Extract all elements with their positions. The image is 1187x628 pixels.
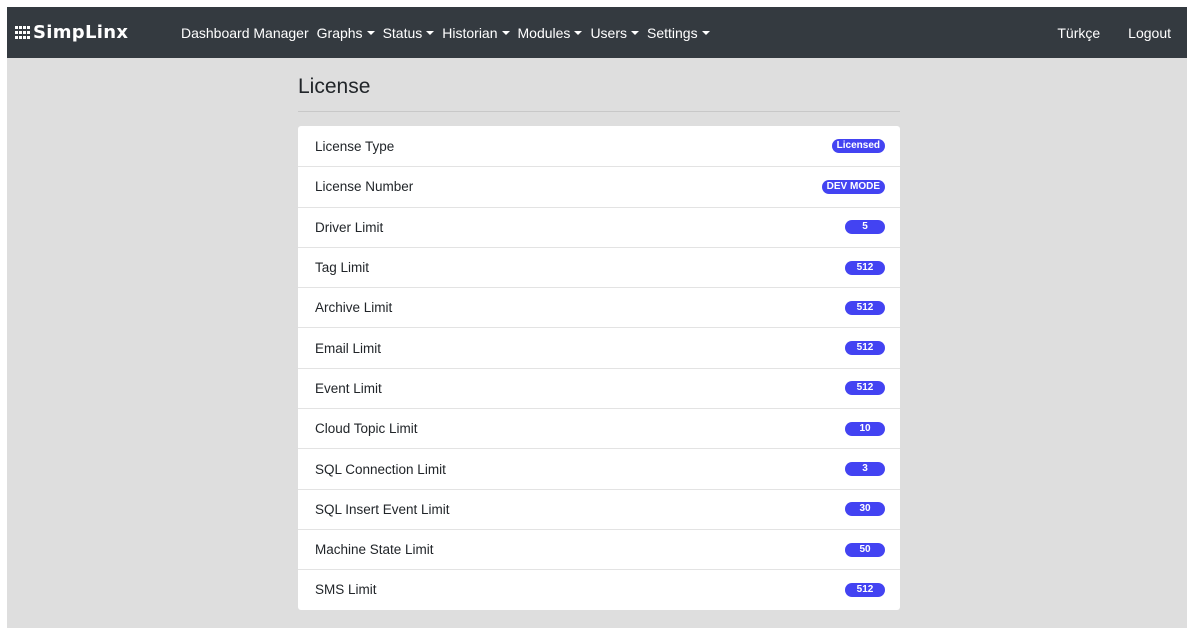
nav-historian[interactable]: Historian [442,24,510,41]
brand-name: SimpLinx [33,21,129,43]
language-toggle[interactable]: Türkçe [1057,25,1100,41]
nav-label: Historian [442,24,498,41]
nav-users[interactable]: Users [590,25,639,41]
row-label: Driver Limit [315,219,384,235]
nav-label: Modules [517,24,571,41]
page-title: License [298,75,371,98]
license-row-number: License Number DEV MODE [298,166,900,206]
license-row-driver-limit: Driver Limit 5 [298,206,900,247]
row-label: Machine State Limit [315,542,434,558]
license-row-tag-limit: Tag Limit 512 [298,246,900,287]
nav-label: Settings [647,24,698,41]
nav-label: Dashboard Manager [181,24,309,41]
nav-label: Graphs [316,24,363,41]
license-list: License Type Licensed License Number DEV… [298,126,900,610]
count-badge: 50 [845,542,885,557]
license-row-cloud-topic-limit: Cloud Topic Limit 10 [298,408,900,448]
row-label: SMS Limit [315,582,377,598]
license-row-archive-limit: Archive Limit 512 [298,287,900,327]
brand-logo[interactable]: SimpLinx [15,20,128,44]
title-divider [298,111,900,112]
caret-down-icon [366,30,375,35]
app-frame: SimpLinx Dashboard Manager Graphs Status… [7,7,1187,628]
row-label: Archive Limit [315,300,393,316]
nav-settings[interactable]: Settings [647,25,710,41]
count-badge: 5 [845,220,885,235]
license-row-sql-insert-event-limit: SQL Insert Event Limit 30 [298,488,900,529]
count-badge: 512 [845,582,885,597]
license-row-email-limit: Email Limit 512 [298,327,900,367]
caret-down-icon [701,30,710,35]
license-row-event-limit: Event Limit 512 [298,367,900,408]
row-label: SQL Connection Limit [315,461,446,477]
row-label: Tag Limit [315,260,370,276]
row-label: Email Limit [315,340,382,356]
nav-dashboard-manager[interactable]: Dashboard Manager [181,25,309,41]
logo-dots-icon [15,25,30,39]
license-row-sms-limit: SMS Limit 512 [298,569,900,609]
nav-label: Users [590,24,627,41]
caret-down-icon [426,30,435,35]
nav-menu: Dashboard Manager Graphs Status Historia… [181,7,718,58]
row-label: Cloud Topic Limit [315,421,418,437]
count-badge: 30 [845,502,885,517]
count-badge: 512 [845,381,885,396]
row-label: License Number [315,179,414,195]
nav-graphs[interactable]: Graphs [317,25,375,41]
caret-down-icon [501,30,510,35]
license-row-sql-connection-limit: SQL Connection Limit 3 [298,448,900,488]
row-label: Event Limit [315,380,382,396]
count-badge: 10 [845,421,885,436]
logout-link[interactable]: Logout [1128,25,1171,41]
count-badge: 512 [845,300,885,315]
count-badge: 512 [845,260,885,275]
nav-label: Status [382,24,423,41]
caret-down-icon [574,30,583,35]
caret-down-icon [631,30,639,35]
status-badge: DEV MODE [821,179,885,194]
license-row-type: License Type Licensed [298,126,900,166]
row-label: SQL Insert Event Limit [315,501,450,517]
top-navbar: SimpLinx Dashboard Manager Graphs Status… [7,7,1187,58]
status-badge: Licensed [831,139,885,154]
count-badge: 512 [845,341,885,356]
nav-right: Türkçe Logout [1029,7,1171,58]
count-badge: 3 [845,462,885,477]
nav-status[interactable]: Status [383,25,435,41]
nav-modules[interactable]: Modules [518,25,583,41]
license-row-machine-state-limit: Machine State Limit 50 [298,528,900,569]
row-label: License Type [315,138,395,154]
